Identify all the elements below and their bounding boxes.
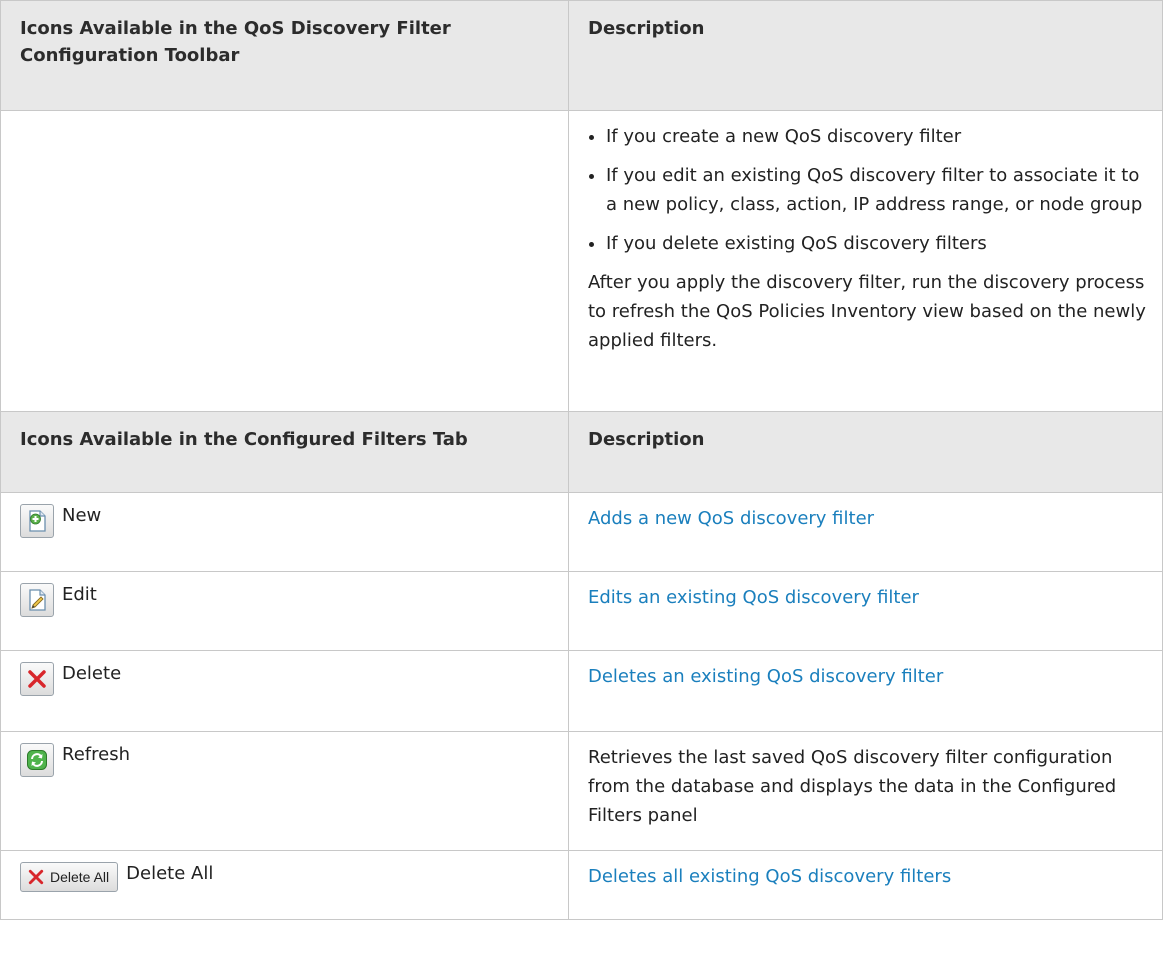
header-icons-toolbar: Icons Available in the QoS Discovery Fil… bbox=[0, 0, 569, 111]
edit-icon bbox=[29, 589, 46, 611]
description-cell: Deletes an existing QoS discovery filter bbox=[568, 650, 1163, 732]
bullet-list: If you create a new QoS discovery filter… bbox=[588, 122, 1150, 258]
table-row: Delete All Delete All Deletes all existi… bbox=[0, 850, 1163, 920]
delete-description-link[interactable]: Deletes an existing QoS discovery filter bbox=[588, 666, 943, 687]
icon-cell: Edit bbox=[0, 571, 569, 651]
icon-cell: Refresh bbox=[0, 731, 569, 851]
delete-all-icon bbox=[28, 869, 44, 885]
table-row: Refresh Retrieves the last saved QoS dis… bbox=[0, 731, 1163, 851]
header-description: Description bbox=[568, 0, 1163, 111]
table-row: If you create a new QoS discovery filter… bbox=[0, 110, 1163, 412]
description-cell: Deletes all existing QoS discovery filte… bbox=[568, 850, 1163, 920]
new-description-link[interactable]: Adds a new QoS discovery filter bbox=[588, 508, 874, 529]
new-label: New bbox=[62, 505, 102, 526]
refresh-description: Retrieves the last saved QoS discovery f… bbox=[588, 747, 1117, 826]
table-row: Edit Edits an existing QoS discovery fil… bbox=[0, 571, 1163, 651]
new-button[interactable] bbox=[20, 504, 54, 538]
empty-cell bbox=[0, 110, 569, 412]
edit-button[interactable] bbox=[20, 583, 54, 617]
description-cell: Edits an existing QoS discovery filter bbox=[568, 571, 1163, 651]
refresh-label: Refresh bbox=[62, 744, 130, 765]
refresh-icon bbox=[27, 750, 47, 770]
apply-note-paragraph: After you apply the discovery filter, ru… bbox=[588, 272, 1146, 351]
delete-all-button-text: Delete All bbox=[50, 868, 110, 885]
table-row: New Adds a new QoS discovery filter bbox=[0, 492, 1163, 572]
refresh-button[interactable] bbox=[20, 743, 54, 777]
delete-all-label: Delete All bbox=[126, 863, 214, 884]
delete-label: Delete bbox=[62, 663, 122, 684]
icons-description-table: Icons Available in the QoS Discovery Fil… bbox=[0, 0, 1163, 920]
edit-label: Edit bbox=[62, 584, 97, 605]
description-cell: Retrieves the last saved QoS discovery f… bbox=[568, 731, 1163, 851]
icon-cell: Delete All Delete All bbox=[0, 850, 569, 920]
icon-cell: Delete bbox=[0, 650, 569, 732]
list-item: If you create a new QoS discovery filter bbox=[588, 122, 1150, 151]
table-header-row: Icons Available in the Configured Filter… bbox=[0, 411, 1163, 493]
delete-all-description-link[interactable]: Deletes all existing QoS discovery filte… bbox=[588, 866, 951, 887]
delete-all-button[interactable]: Delete All bbox=[20, 862, 119, 892]
table-header-row: Icons Available in the QoS Discovery Fil… bbox=[0, 0, 1163, 111]
header-description: Description bbox=[568, 411, 1163, 493]
list-item: If you edit an existing QoS discovery fi… bbox=[588, 161, 1150, 219]
document-page: Icons Available in the QoS Discovery Fil… bbox=[0, 0, 1167, 959]
icon-cell: New bbox=[0, 492, 569, 572]
delete-button[interactable] bbox=[20, 662, 54, 696]
description-cell: If you create a new QoS discovery filter… bbox=[568, 110, 1163, 412]
delete-icon bbox=[28, 670, 46, 688]
description-cell: Adds a new QoS discovery filter bbox=[568, 492, 1163, 572]
new-icon bbox=[29, 510, 46, 532]
table-row: Delete Deletes an existing QoS discovery… bbox=[0, 650, 1163, 732]
edit-description-link[interactable]: Edits an existing QoS discovery filter bbox=[588, 587, 919, 608]
header-icons-configured-filters: Icons Available in the Configured Filter… bbox=[0, 411, 569, 493]
list-item: If you delete existing QoS discovery fil… bbox=[588, 229, 1150, 258]
